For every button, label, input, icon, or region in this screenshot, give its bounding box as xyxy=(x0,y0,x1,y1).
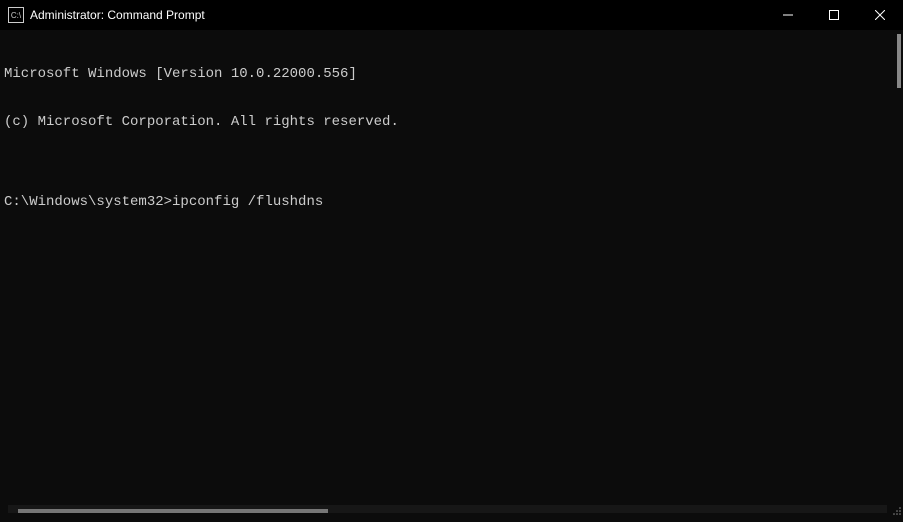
horizontal-scrollbar-thumb[interactable] xyxy=(18,509,328,513)
window-controls xyxy=(765,0,903,30)
minimize-button[interactable] xyxy=(765,0,811,30)
prompt-path: C:\Windows\system32> xyxy=(4,194,172,210)
terminal-output[interactable]: Microsoft Windows [Version 10.0.22000.55… xyxy=(0,30,903,517)
maximize-icon xyxy=(829,10,839,20)
typed-command: ipconfig /flushdns xyxy=(172,194,323,210)
terminal-header-line1: Microsoft Windows [Version 10.0.22000.55… xyxy=(4,66,899,82)
close-icon xyxy=(875,10,885,20)
close-button[interactable] xyxy=(857,0,903,30)
resize-grip-icon xyxy=(889,503,903,517)
resize-grip[interactable] xyxy=(889,503,903,517)
cmd-icon: C:\ xyxy=(8,7,24,23)
minimize-icon xyxy=(783,10,793,20)
maximize-button[interactable] xyxy=(811,0,857,30)
vertical-scrollbar-thumb[interactable] xyxy=(897,34,901,88)
window-title: Administrator: Command Prompt xyxy=(30,8,765,22)
terminal-header-line2: (c) Microsoft Corporation. All rights re… xyxy=(4,114,899,130)
titlebar[interactable]: C:\ Administrator: Command Prompt xyxy=(0,0,903,30)
terminal-prompt-line: C:\Windows\system32>ipconfig /flushdns xyxy=(4,194,899,210)
